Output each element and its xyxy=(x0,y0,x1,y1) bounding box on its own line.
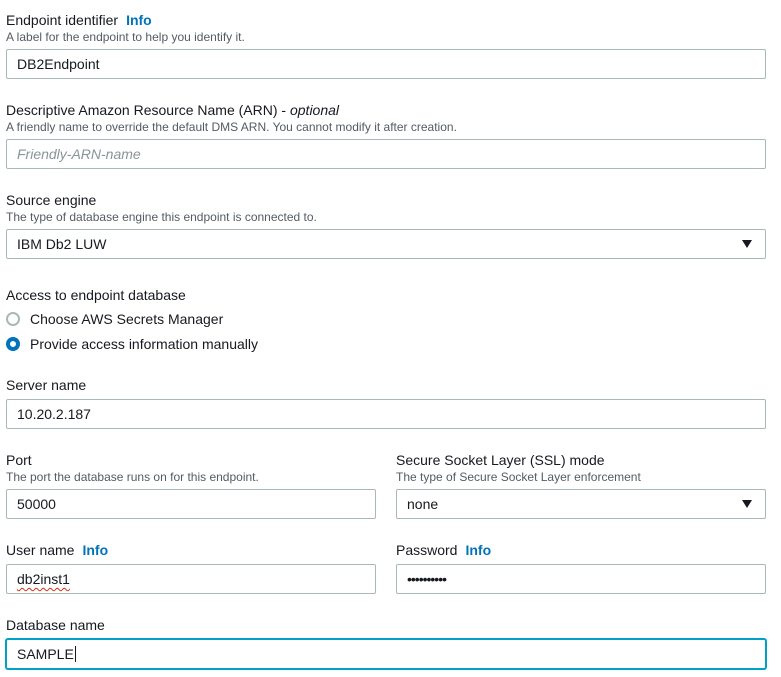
arn-optional-text: optional xyxy=(289,102,340,118)
user-name-input[interactable]: db2inst1 xyxy=(6,564,376,594)
source-engine-select[interactable]: IBM Db2 LUW xyxy=(6,229,766,259)
source-engine-label: Source engine xyxy=(6,192,97,208)
port-input[interactable]: 50000 xyxy=(6,489,376,519)
endpoint-identifier-description: A label for the endpoint to help you ide… xyxy=(6,30,245,44)
text-cursor xyxy=(74,646,76,662)
ssl-mode-select[interactable]: none xyxy=(396,489,766,519)
password-info-link[interactable]: Info xyxy=(465,542,491,558)
port-description: The port the database runs on for this e… xyxy=(6,470,259,484)
radio-manual[interactable]: Provide access information manually xyxy=(6,334,258,354)
database-name-input[interactable]: SAMPLE xyxy=(6,639,766,669)
password-label: Password Info xyxy=(396,541,491,559)
arn-label: Descriptive Amazon Resource Name (ARN) -… xyxy=(6,102,340,118)
arn-input[interactable]: Friendly-ARN-name xyxy=(6,139,766,169)
endpoint-identifier-label: Endpoint identifier Info xyxy=(6,11,152,29)
port-label: Port xyxy=(6,452,32,468)
ssl-mode-description: The type of Secure Socket Layer enforcem… xyxy=(396,470,641,484)
radio-manual-label: Provide access information manually xyxy=(30,336,258,352)
endpoint-identifier-info-link[interactable]: Info xyxy=(126,12,152,28)
endpoint-identifier-label-text: Endpoint identifier xyxy=(6,12,119,28)
radio-secrets-manager-label: Choose AWS Secrets Manager xyxy=(30,311,224,327)
source-engine-description: The type of database engine this endpoin… xyxy=(6,210,317,224)
radio-unchecked-icon[interactable] xyxy=(6,312,20,326)
user-name-value: db2inst1 xyxy=(17,571,70,587)
password-label-text: Password xyxy=(396,542,458,558)
radio-checked-icon[interactable] xyxy=(6,337,20,351)
database-name-label: Database name xyxy=(6,617,105,633)
user-name-label-text: User name xyxy=(6,542,75,558)
password-input[interactable]: •••••••••• xyxy=(396,564,766,594)
arn-description: A friendly name to override the default … xyxy=(6,120,457,134)
endpoint-identifier-input[interactable]: DB2Endpoint xyxy=(6,49,766,79)
caret-down-icon xyxy=(742,240,752,248)
source-engine-value: IBM Db2 LUW xyxy=(17,236,107,252)
server-name-label: Server name xyxy=(6,377,87,393)
ssl-mode-label: Secure Socket Layer (SSL) mode xyxy=(396,452,605,468)
database-name-value: SAMPLE xyxy=(17,646,74,662)
caret-down-icon xyxy=(742,500,752,508)
radio-secrets-manager[interactable]: Choose AWS Secrets Manager xyxy=(6,309,223,329)
user-name-label: User name Info xyxy=(6,541,108,559)
arn-label-text: Descriptive Amazon Resource Name (ARN) xyxy=(6,102,278,118)
server-name-input[interactable]: 10.20.2.187 xyxy=(6,399,766,429)
user-name-info-link[interactable]: Info xyxy=(82,542,108,558)
ssl-mode-value: none xyxy=(407,496,439,512)
access-label: Access to endpoint database xyxy=(6,287,186,303)
